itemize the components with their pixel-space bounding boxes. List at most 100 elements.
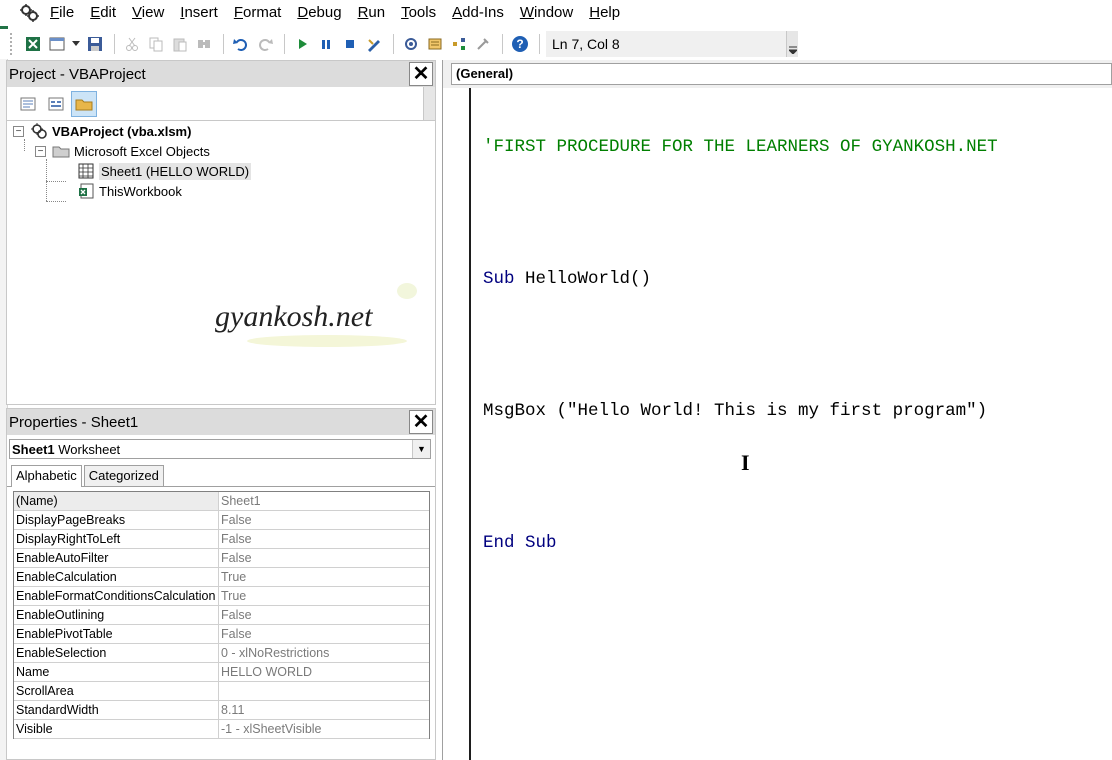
project-pane-title-bar[interactable]: Project - VBAProject ✕ <box>7 61 435 87</box>
property-row[interactable]: EnablePivotTable False <box>14 625 429 644</box>
property-name: EnableFormatConditionsCalculation <box>14 587 219 605</box>
menu-view[interactable]: View <box>124 1 172 25</box>
property-value[interactable]: HELLO WORLD <box>219 663 429 681</box>
property-row[interactable]: (Name) Sheet1 <box>14 492 429 511</box>
object-select-dropdown[interactable]: Sheet1 Worksheet ▼ <box>9 439 431 459</box>
property-value[interactable]: False <box>219 625 429 643</box>
view-code-icon[interactable] <box>15 91 41 117</box>
project-explorer-pane: Project - VBAProject ✕ − VBAProject (vba… <box>6 60 436 405</box>
property-value[interactable]: True <box>219 568 429 586</box>
menu-format[interactable]: Format <box>226 1 290 25</box>
break-icon[interactable] <box>315 33 337 55</box>
vbaproject-label: VBAProject (vba.xlsm) <box>52 123 192 139</box>
toolbar-grip[interactable] <box>10 33 16 55</box>
menu-debug[interactable]: Debug <box>289 1 349 25</box>
chevron-down-icon[interactable] <box>70 33 82 55</box>
property-value[interactable]: False <box>219 549 429 567</box>
tab-categorized[interactable]: Categorized <box>83 465 164 486</box>
property-value[interactable] <box>219 682 429 700</box>
toolbar-options-button[interactable] <box>786 31 798 57</box>
copy-icon[interactable] <box>145 33 167 55</box>
svg-text:gyankosh.net: gyankosh.net <box>215 300 373 333</box>
property-row[interactable]: EnableSelection 0 - xlNoRestrictions <box>14 644 429 663</box>
code-sub-line: Sub HelloWorld() <box>483 268 998 290</box>
project-explorer-icon[interactable] <box>400 33 422 55</box>
design-mode-icon[interactable] <box>363 33 385 55</box>
property-value[interactable]: 0 - xlNoRestrictions <box>219 644 429 662</box>
code-sub-name: HelloWorld() <box>514 269 652 289</box>
property-row[interactable]: Visible -1 - xlSheetVisible <box>14 720 429 739</box>
property-row[interactable]: EnableFormatConditionsCalculation True <box>14 587 429 606</box>
view-excel-icon[interactable] <box>22 33 44 55</box>
menu-file[interactable]: File <box>42 1 82 25</box>
view-object-icon[interactable] <box>43 91 69 117</box>
property-row[interactable]: EnableAutoFilter False <box>14 549 429 568</box>
menu-help[interactable]: Help <box>581 1 628 25</box>
tree-node-excel-objects[interactable]: − Microsoft Excel Objects <box>35 141 210 161</box>
properties-pane-title-bar[interactable]: Properties - Sheet1 ✕ <box>7 409 435 435</box>
property-value[interactable]: False <box>219 606 429 624</box>
object-browser-icon[interactable] <box>448 33 470 55</box>
find-icon[interactable] <box>193 33 215 55</box>
undo-icon[interactable] <box>230 33 252 55</box>
property-value[interactable]: True <box>219 587 429 605</box>
property-row[interactable]: StandardWidth 8.11 <box>14 701 429 720</box>
menu-insert[interactable]: Insert <box>172 1 226 25</box>
code-end-sub-line: End Sub <box>483 533 557 553</box>
property-row[interactable]: EnableCalculation True <box>14 568 429 587</box>
property-value[interactable]: False <box>219 530 429 548</box>
object-combo-box[interactable]: (General) <box>451 63 1112 85</box>
tab-alphabetic[interactable]: Alphabetic <box>11 465 82 487</box>
property-row[interactable]: DisplayRightToLeft False <box>14 530 429 549</box>
property-row[interactable]: Name HELLO WORLD <box>14 663 429 682</box>
properties-window-icon[interactable] <box>424 33 446 55</box>
tree-connector <box>46 181 66 182</box>
property-value[interactable]: Sheet1 <box>219 492 429 510</box>
menu-tools[interactable]: Tools <box>393 1 444 25</box>
menu-edit[interactable]: Edit <box>82 1 124 25</box>
paste-icon[interactable] <box>169 33 191 55</box>
close-icon[interactable]: ✕ <box>409 62 433 86</box>
toolbar-overflow-button[interactable] <box>423 87 435 120</box>
toolbar-separator <box>502 34 503 54</box>
menu-window[interactable]: Window <box>512 1 581 25</box>
property-value[interactable]: False <box>219 511 429 529</box>
toolbox-icon[interactable] <box>472 33 494 55</box>
workbook-icon <box>77 182 95 200</box>
tree-node-vbaproject[interactable]: − VBAProject (vba.xlsm) <box>13 121 191 141</box>
menu-add-ins[interactable]: Add-Ins <box>444 1 512 25</box>
excel-objects-label: Microsoft Excel Objects <box>74 143 210 159</box>
code-margin-indicator-bar[interactable] <box>443 88 471 760</box>
save-icon[interactable] <box>84 33 106 55</box>
code-editor[interactable]: 'FIRST PROCEDURE FOR THE LEARNERS OF GYA… <box>483 92 998 598</box>
vbe-app-icon[interactable] <box>16 0 42 26</box>
chevron-down-icon[interactable]: ▼ <box>412 440 430 458</box>
project-pane-title: Project - VBAProject <box>9 65 146 83</box>
property-name: EnablePivotTable <box>14 625 219 643</box>
property-row[interactable]: DisplayPageBreaks False <box>14 511 429 530</box>
property-row[interactable]: ScrollArea <box>14 682 429 701</box>
cut-icon[interactable] <box>121 33 143 55</box>
help-icon[interactable]: ? <box>509 33 531 55</box>
collapse-toggle[interactable]: − <box>35 145 46 157</box>
reset-icon[interactable] <box>339 33 361 55</box>
run-icon[interactable] <box>291 33 313 55</box>
insert-userform-icon[interactable] <box>46 33 68 55</box>
property-name: EnableCalculation <box>14 568 219 586</box>
property-value[interactable]: 8.11 <box>219 701 429 719</box>
toggle-folders-icon[interactable] <box>71 90 97 117</box>
code-window: (General) 'FIRST PROCEDURE FOR THE LEARN… <box>442 60 1112 760</box>
redo-icon[interactable] <box>254 33 276 55</box>
menu-run[interactable]: Run <box>350 1 394 25</box>
project-toolbar <box>7 87 435 121</box>
property-value[interactable]: -1 - xlSheetVisible <box>219 720 429 738</box>
folder-icon <box>52 142 70 160</box>
close-icon[interactable]: ✕ <box>409 410 433 434</box>
toolbar-separator <box>393 34 394 54</box>
property-row[interactable]: EnableOutlining False <box>14 606 429 625</box>
tree-node-thisworkbook[interactable]: ThisWorkbook <box>77 181 182 201</box>
project-tree: − VBAProject (vba.xlsm) − Microsoft Exce… <box>7 121 435 404</box>
tree-node-sheet1[interactable]: Sheet1 (HELLO WORLD) <box>77 161 252 181</box>
collapse-toggle[interactable]: − <box>13 125 24 137</box>
